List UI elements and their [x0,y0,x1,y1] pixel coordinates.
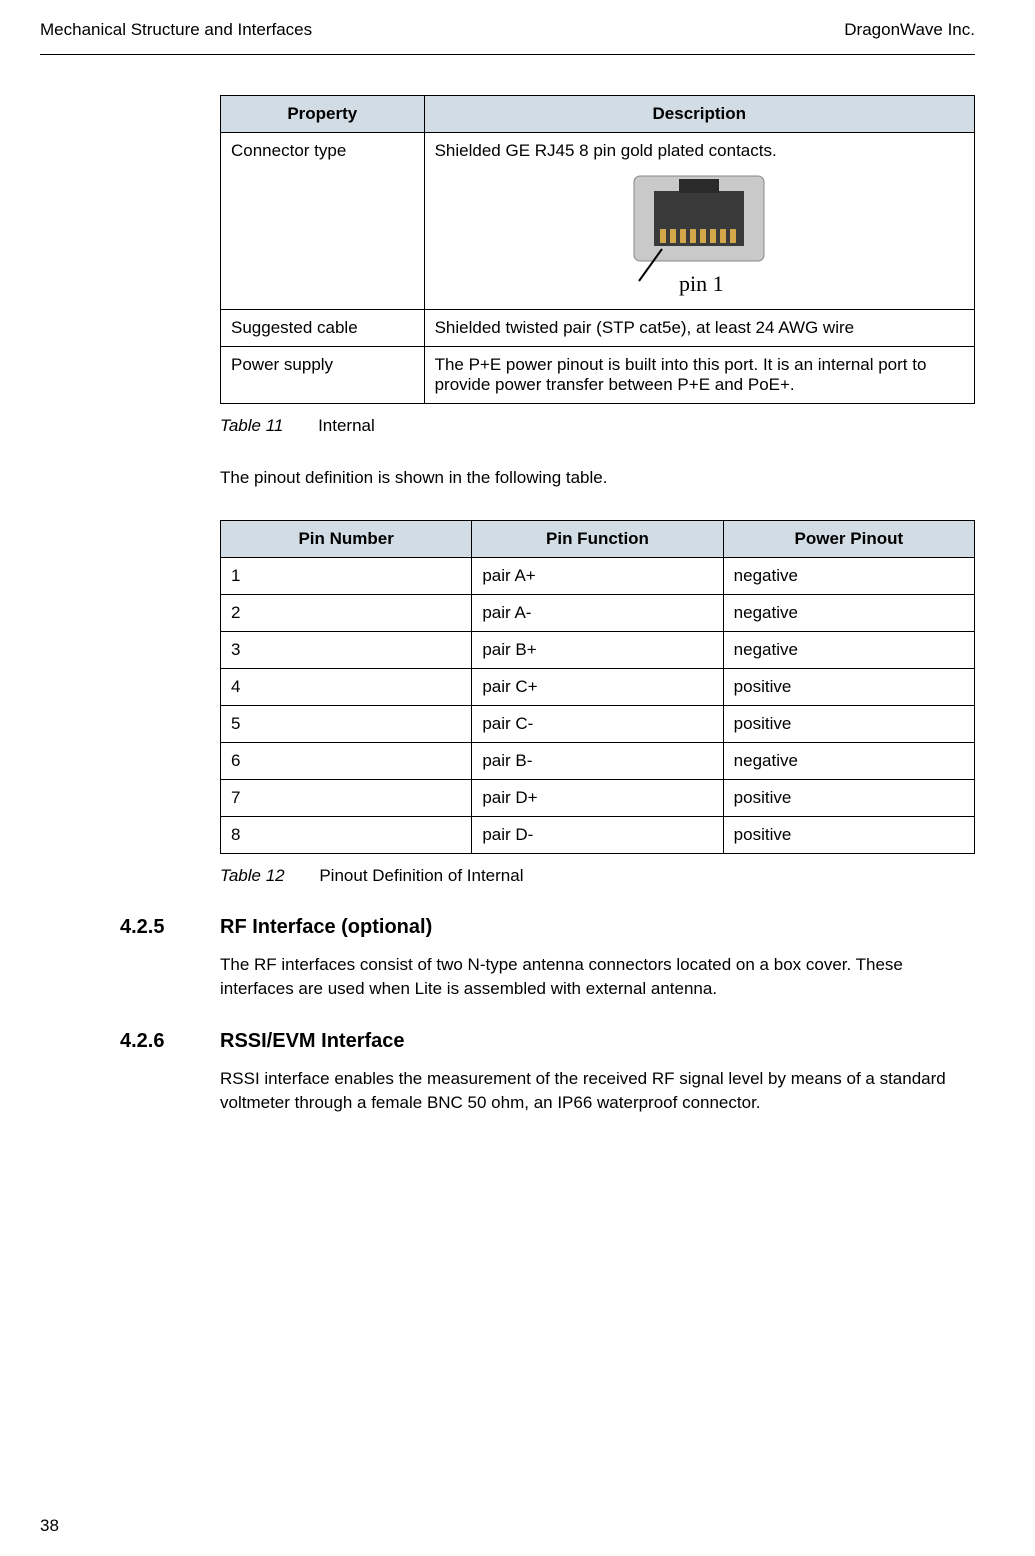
section-title: RSSI/EVM Interface [220,1030,405,1053]
cell-power-pinout: negative [723,742,974,779]
cell-pin-function: pair A- [472,594,723,631]
cell-property: Connector type [221,133,425,310]
cell-pin-function: pair A+ [472,557,723,594]
cell-pin-function: pair B- [472,742,723,779]
cell-pin-number: 1 [221,557,472,594]
cell-description: Shielded GE RJ45 8 pin gold plated conta… [424,133,974,310]
page-number: 38 [40,1516,59,1536]
intro-paragraph: The pinout definition is shown in the fo… [220,466,975,490]
table-row: Power supply The P+E power pinout is bui… [221,347,975,404]
cell-power-pinout: positive [723,668,974,705]
table-row: 7pair D+positive [221,779,975,816]
cell-power-pinout: negative [723,557,974,594]
section-body: The RF interfaces consist of two N-type … [220,953,975,1001]
cell-property: Suggested cable [221,310,425,347]
table-row: 6pair B-negative [221,742,975,779]
cell-property: Power supply [221,347,425,404]
cell-description: The P+E power pinout is built into this … [424,347,974,404]
header-left: Mechanical Structure and Interfaces [40,20,312,40]
table-header-description: Description [424,96,974,133]
section-title: RF Interface (optional) [220,916,432,939]
cell-description-text: Shielded GE RJ45 8 pin gold plated conta… [435,141,777,160]
cell-power-pinout: positive [723,816,974,853]
cell-pin-number: 8 [221,816,472,853]
page-header: Mechanical Structure and Interfaces Drag… [40,20,975,55]
cell-description: Shielded twisted pair (STP cat5e), at le… [424,310,974,347]
cell-pin-number: 3 [221,631,472,668]
table-12: Pin Number Pin Function Power Pinout 1pa… [220,520,975,854]
table-caption-name: Pinout Definition of Internal [319,866,523,885]
table-11-caption: Table 11 Internal [220,416,975,436]
table-11: Property Description Connector type Shie… [220,95,975,404]
table-12-caption: Table 12 Pinout Definition of Internal [220,866,975,886]
cell-power-pinout: negative [723,594,974,631]
cell-pin-number: 4 [221,668,472,705]
header-right: DragonWave Inc. [844,20,975,40]
table-row: 1pair A+negative [221,557,975,594]
table-row: 5pair C-positive [221,705,975,742]
section-number: 4.2.5 [120,916,220,939]
table-row: 3pair B+negative [221,631,975,668]
cell-pin-function: pair C+ [472,668,723,705]
table-row: 2pair A-negative [221,594,975,631]
cell-pin-number: 7 [221,779,472,816]
cell-power-pinout: positive [723,705,974,742]
table-caption-name: Internal [318,416,375,435]
section-number: 4.2.6 [120,1030,220,1053]
table-caption-label: Table 12 [220,866,285,885]
rj45-connector-icon: pin 1 [624,171,774,301]
svg-text:pin 1: pin 1 [679,271,724,296]
table-row: 8pair D-positive [221,816,975,853]
table-caption-label: Table 11 [220,416,283,435]
cell-pin-function: pair D+ [472,779,723,816]
table-header-power-pinout: Power Pinout [723,520,974,557]
table-row: Suggested cable Shielded twisted pair (S… [221,310,975,347]
cell-pin-number: 6 [221,742,472,779]
section-heading-425: 4.2.5 RF Interface (optional) [120,916,975,939]
section-heading-426: 4.2.6 RSSI/EVM Interface [120,1030,975,1053]
table-row: Connector type Shielded GE RJ45 8 pin go… [221,133,975,310]
section-body: RSSI interface enables the measurement o… [220,1067,975,1115]
cell-power-pinout: negative [723,631,974,668]
cell-pin-number: 2 [221,594,472,631]
cell-pin-number: 5 [221,705,472,742]
cell-power-pinout: positive [723,779,974,816]
cell-pin-function: pair D- [472,816,723,853]
table-header-pin-function: Pin Function [472,520,723,557]
cell-pin-function: pair C- [472,705,723,742]
table-row: 4pair C+positive [221,668,975,705]
main-content: Property Description Connector type Shie… [220,95,975,1115]
cell-pin-function: pair B+ [472,631,723,668]
table-header-property: Property [221,96,425,133]
table-header-pin-number: Pin Number [221,520,472,557]
